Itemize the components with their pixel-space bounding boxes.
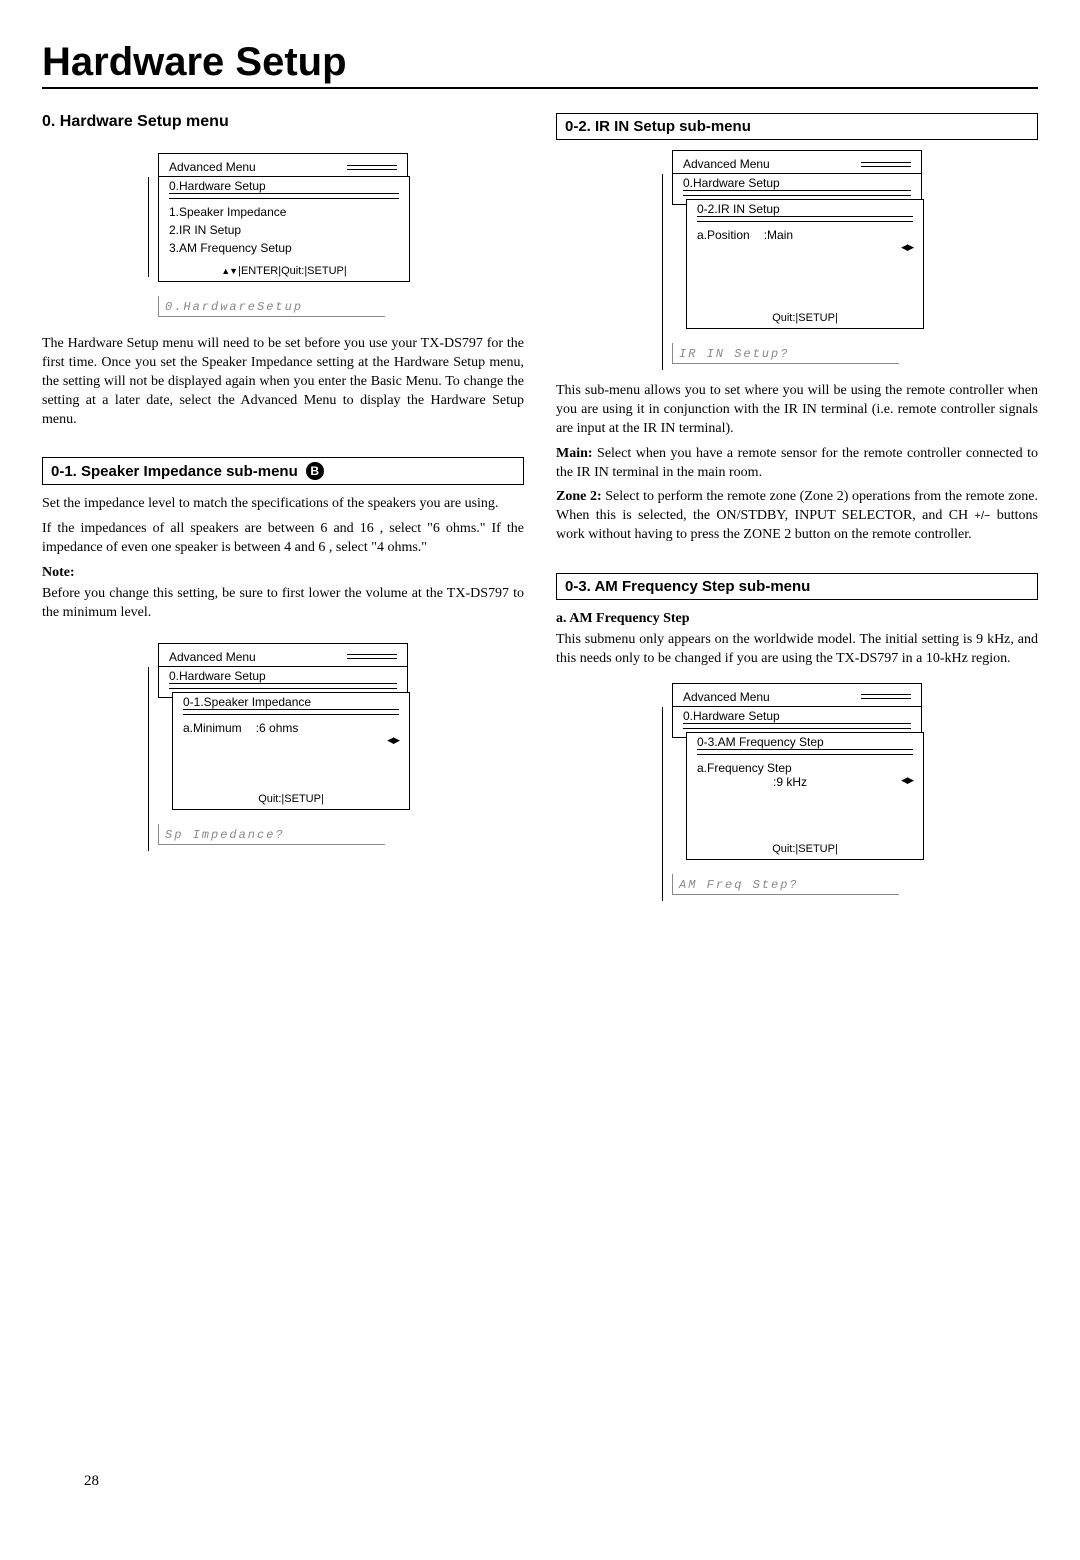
osd-param-label: a.Position: [697, 228, 750, 242]
section-0-2-para1: This sub-menu allows you to set where yo…: [556, 382, 1038, 439]
main-body: Select when you have a remote sensor for…: [556, 446, 1038, 480]
osd-footer: Quit:|SETUP|: [687, 839, 923, 859]
osd-title: 0.Hardware Setup: [683, 709, 911, 723]
section-0-heading: 0. Hardware Setup menu: [42, 113, 524, 131]
osd-item-2: 2.IR IN Setup: [169, 221, 399, 239]
section-0-3-para: This submenu only appears on the worldwi…: [556, 631, 1038, 669]
lcd-display: IR IN Setup?: [672, 343, 899, 364]
osd-am-freq-step: Advanced Menu 0.Hardware Setup 0-3.AM Fr…: [672, 683, 922, 895]
section-0-3-heading: 0-3. AM Frequency Step sub-menu: [556, 573, 1038, 600]
osd-item-1: 1.Speaker Impedance: [169, 203, 399, 221]
main-label: Main:: [556, 446, 593, 461]
osd-param-value: :6 ohms: [256, 721, 299, 735]
note-body: Before you change this setting, be sure …: [42, 585, 524, 623]
lcd-display: AM Freq Step?: [672, 874, 899, 895]
osd-param-label: a.Frequency Step: [697, 761, 792, 775]
plus-minus-icon: [975, 508, 991, 523]
osd-subtitle: 0-2.IR IN Setup: [697, 202, 913, 216]
section-0-paragraph: The Hardware Setup menu will need to be …: [42, 335, 524, 429]
section-0-2-main: Main: Select when you have a remote sens…: [556, 445, 1038, 483]
heading-text: 0-1. Speaker Impedance sub-menu: [51, 463, 298, 480]
osd-title: 0.Hardware Setup: [169, 669, 397, 683]
osd-footer: Quit:|SETUP|: [173, 789, 409, 809]
section-0-2-heading: 0-2. IR IN Setup sub-menu: [556, 113, 1038, 140]
osd-item-3: 3.AM Frequency Setup: [169, 239, 399, 257]
section-0-1-para1: Set the impedance level to match the spe…: [42, 495, 524, 514]
lcd-display: Sp Impedance?: [158, 824, 385, 845]
page-number: 28: [84, 1473, 99, 1490]
section-0-2-zone2: Zone 2: Select to perform the remote zon…: [556, 488, 1038, 545]
osd-advanced-label: Advanced Menu: [169, 650, 256, 664]
osd-advanced-label: Advanced Menu: [169, 160, 256, 174]
section-0-3-item-label: a. AM Frequency Step: [556, 610, 1038, 629]
osd-param-value: :Main: [764, 228, 793, 242]
section-0-1-heading: 0-1. Speaker Impedance sub-menu B: [42, 457, 524, 485]
zone2-label: Zone 2:: [556, 489, 602, 504]
osd-param-value: :9 kHz: [697, 775, 807, 789]
osd-title: 0.Hardware Setup: [683, 176, 911, 190]
badge-b-icon: B: [306, 462, 324, 480]
osd-advanced-label: Advanced Menu: [683, 157, 770, 171]
page-title: Hardware Setup: [42, 40, 1038, 89]
osd-title: 0.Hardware Setup: [169, 179, 399, 193]
lcd-display: 0.HardwareSetup: [158, 296, 385, 317]
osd-hardware-setup-menu: Advanced Menu 0.Hardware Setup 1.Speaker…: [158, 153, 408, 317]
zone2-body-a: Select to perform the remote zone (Zone …: [556, 489, 1038, 523]
osd-footer: Quit:|SETUP|: [687, 308, 923, 328]
osd-ir-in-setup: Advanced Menu 0.Hardware Setup 0-2.IR IN…: [672, 150, 922, 364]
heading-text: 0-3. AM Frequency Step sub-menu: [565, 578, 810, 595]
osd-speaker-impedance: Advanced Menu 0.Hardware Setup 0-1.Speak…: [158, 643, 408, 845]
note-label: Note:: [42, 564, 524, 583]
heading-text: 0-2. IR IN Setup sub-menu: [565, 118, 751, 135]
left-column: 0. Hardware Setup menu Advanced Menu 0.H…: [42, 113, 524, 913]
osd-subtitle: 0-3.AM Frequency Step: [697, 735, 913, 749]
right-column: 0-2. IR IN Setup sub-menu Advanced Menu …: [556, 113, 1038, 913]
osd-subtitle: 0-1.Speaker Impedance: [183, 695, 399, 709]
osd-footer: |ENTER|Quit:|SETUP|: [238, 265, 347, 277]
osd-advanced-label: Advanced Menu: [683, 690, 770, 704]
osd-param-label: a.Minimum: [183, 721, 242, 735]
nav-arrows-icon: [221, 265, 238, 277]
section-0-1-para2: If the impedances of all speakers are be…: [42, 520, 524, 558]
